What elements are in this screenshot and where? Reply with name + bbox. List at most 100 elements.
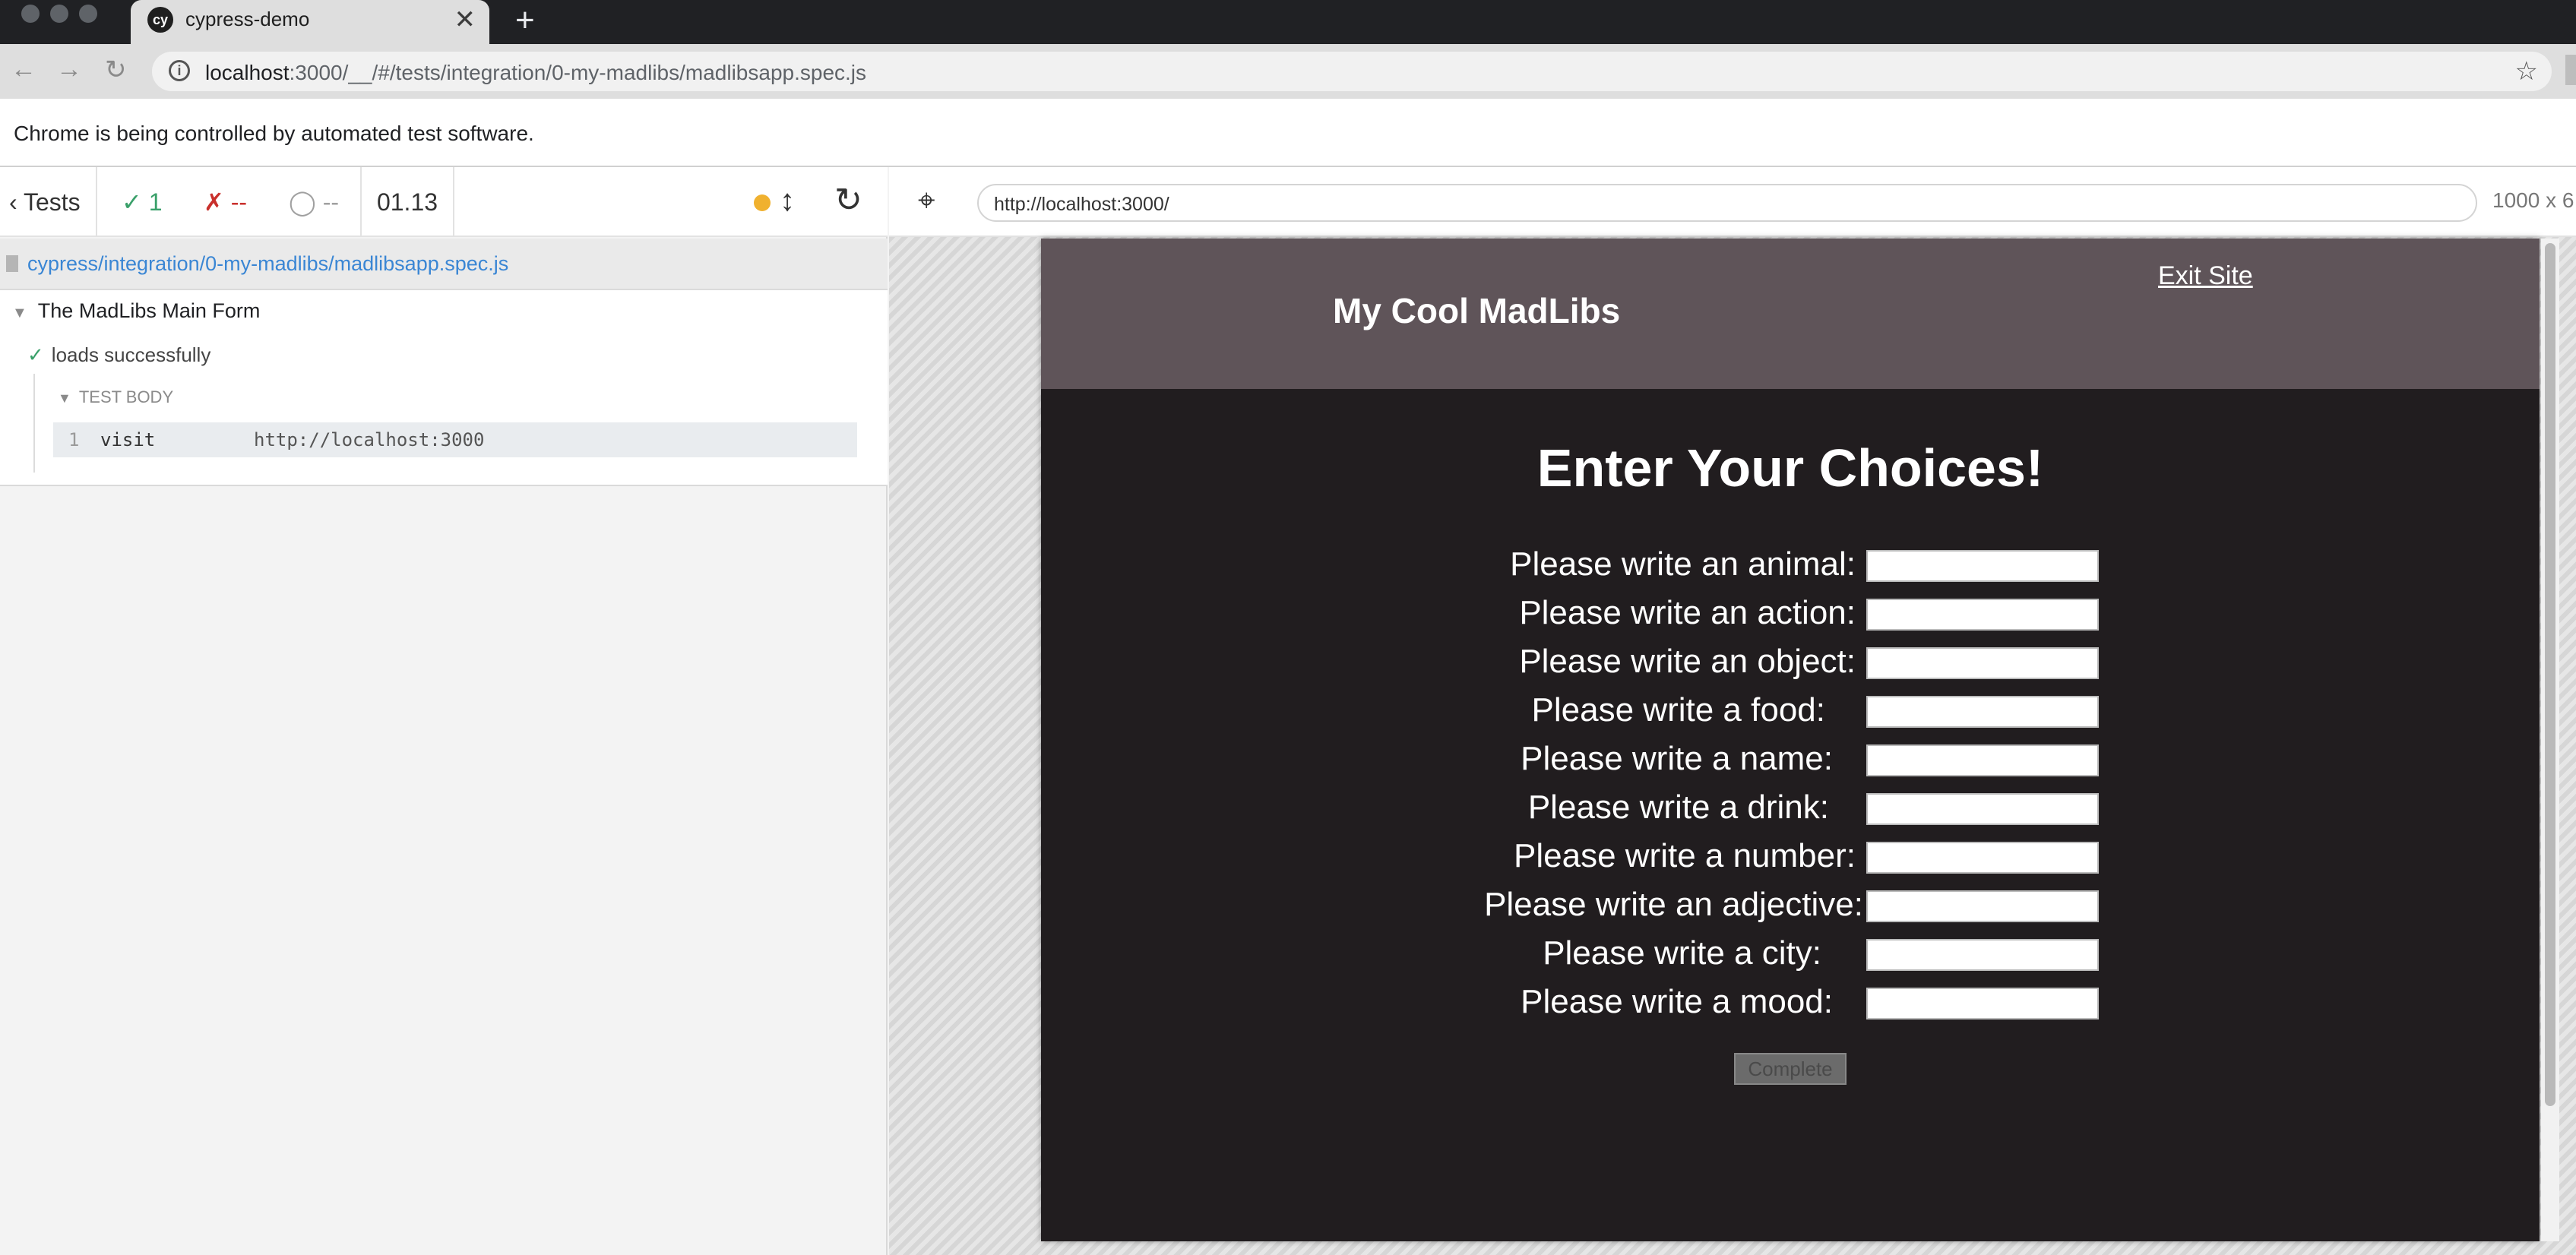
test-title: loads successfully xyxy=(51,343,211,366)
passed-value: 1 xyxy=(148,188,163,216)
command-name: visit xyxy=(100,429,156,450)
test-stats: ✓ 1 ✗ -- ◯ -- xyxy=(97,167,360,237)
app-title: My Cool MadLibs xyxy=(1333,291,1621,330)
x-icon: ✗ xyxy=(204,188,224,216)
viewport-size: 1000 x 6 xyxy=(2492,188,2574,212)
reload-icon[interactable]: ↻ xyxy=(105,55,127,85)
complete-button[interactable]: Complete xyxy=(1734,1053,1847,1085)
action-input[interactable] xyxy=(1866,599,2099,631)
selector-playground-icon[interactable]: ⌖ xyxy=(918,184,935,218)
pending-value: -- xyxy=(322,188,340,216)
mood-input[interactable] xyxy=(1866,988,2099,1019)
back-icon[interactable]: ← xyxy=(11,55,36,84)
check-icon: ✓ xyxy=(122,188,142,216)
suite-title: The MadLibs Main Form xyxy=(37,299,261,322)
spec-file-link[interactable]: cypress/integration/0-my-madlibs/madlibs… xyxy=(27,252,508,276)
address-url[interactable]: localhost:3000/__/#/tests/integration/0-… xyxy=(205,61,866,85)
new-tab-icon[interactable]: + xyxy=(515,2,535,40)
failed-value: -- xyxy=(230,188,248,216)
cypress-favicon-icon: cy xyxy=(147,7,173,33)
number-input[interactable] xyxy=(1866,842,2099,874)
aut-url-text: http://localhost:3000/ xyxy=(994,194,1169,215)
command-message: http://localhost:3000 xyxy=(254,429,485,450)
chevron-left-icon: ‹ xyxy=(9,188,17,216)
form-row-object: Please write an object: xyxy=(1041,637,2540,685)
runnables-list: ▼ The MadLibs Main Form ✓ loads successful… xyxy=(0,290,888,486)
form-row-food: Please write a food: xyxy=(1041,685,2540,734)
food-input[interactable] xyxy=(1866,696,2099,728)
test-body-header[interactable]: ▼ TEST BODY xyxy=(58,387,173,407)
file-icon xyxy=(6,255,18,272)
name-input[interactable] xyxy=(1866,744,2099,776)
object-label: Please write an object: xyxy=(1519,643,1856,680)
adjective-label: Please write an adjective: xyxy=(1484,886,1863,923)
exit-site-link[interactable]: Exit Site xyxy=(2158,261,2253,291)
test-body-block: ▼ TEST BODY 1 visit http://localhost:3000 xyxy=(33,374,857,473)
forward-icon[interactable]: → xyxy=(56,55,82,84)
url-path: :3000/__/#/tests/integration/0-my-madlib… xyxy=(289,61,867,84)
drink-label: Please write a drink: xyxy=(1527,789,1829,826)
aut-header: ⌖ http://localhost:3000/ 1000 x 6 xyxy=(889,167,2576,237)
adjective-input[interactable] xyxy=(1866,890,2099,922)
caret-down-icon: ▼ xyxy=(12,305,27,321)
app-header: My Cool MadLibs Exit Site xyxy=(1041,239,2540,389)
test-body-label: TEST BODY xyxy=(78,387,174,406)
passed-count: ✓ 1 xyxy=(122,167,163,237)
circle-icon: ◯ xyxy=(289,188,316,216)
browser-tab[interactable]: cy cypress-demo ✕ xyxy=(131,0,489,44)
form-row-adjective: Please write an adjective: xyxy=(1041,880,2540,928)
form-row-name: Please write a name: xyxy=(1041,734,2540,782)
form-heading: Enter Your Choices! xyxy=(1536,438,2044,498)
test-row[interactable]: ✓ loads successfully xyxy=(27,343,210,367)
pending-count: ◯ -- xyxy=(289,167,339,237)
form-row-animal: Please write an animal: xyxy=(1041,539,2540,588)
tab-title: cypress-demo xyxy=(185,8,310,30)
command-row[interactable]: 1 visit http://localhost:3000 xyxy=(53,422,857,457)
form-row-drink: Please write a drink: xyxy=(1041,782,2540,831)
browser-tab-strip: cy cypress-demo ✕ + xyxy=(0,0,2576,44)
address-bar[interactable]: i localhost:3000/__/#/tests/integration/… xyxy=(152,52,2552,91)
animal-input[interactable] xyxy=(1866,550,2099,582)
form-row-mood: Please write a mood: xyxy=(1041,977,2540,1026)
bookmark-star-icon[interactable]: ☆ xyxy=(2515,56,2538,87)
aut-stage: My Cool MadLibs Exit Site Enter Your Cho… xyxy=(889,237,2576,1255)
name-label: Please write a name: xyxy=(1521,740,1833,777)
form-row-city: Please write a city: xyxy=(1041,928,2540,977)
automation-infobar: Chrome is being controlled by automated … xyxy=(0,99,2576,167)
window-minimize-dot[interactable] xyxy=(50,5,68,23)
action-label: Please write an action: xyxy=(1519,594,1856,631)
running-status-dot xyxy=(754,194,771,211)
rerun-icon[interactable]: ↻ xyxy=(834,181,862,220)
suite-row[interactable]: ▼ The MadLibs Main Form xyxy=(12,299,260,323)
resize-icon[interactable]: ↕ xyxy=(780,184,795,218)
run-duration: 01.13 xyxy=(360,167,454,237)
caret-down-icon: ▼ xyxy=(58,390,71,406)
drink-input[interactable] xyxy=(1866,793,2099,825)
infobar-text: Chrome is being controlled by automated … xyxy=(14,122,534,145)
food-label: Please write a food: xyxy=(1531,691,1825,729)
window-close-dot[interactable] xyxy=(21,5,40,23)
check-icon: ✓ xyxy=(27,343,44,366)
tab-close-icon[interactable]: ✕ xyxy=(454,5,476,35)
reporter-stats-bar: ‹ Tests ✓ 1 ✗ -- ◯ -- 01.13 ↕ ↻ xyxy=(0,167,888,237)
number-label: Please write a number: xyxy=(1514,837,1856,874)
animal-label: Please write an animal: xyxy=(1510,545,1856,583)
aut-scrollbar[interactable] xyxy=(2541,239,2559,1241)
form-row-number: Please write a number: xyxy=(1041,831,2540,880)
mood-label: Please write a mood: xyxy=(1521,983,1833,1020)
url-host: localhost xyxy=(205,61,290,84)
extension-edge xyxy=(2565,55,2576,85)
app-iframe: My Cool MadLibs Exit Site Enter Your Cho… xyxy=(1041,239,2540,1241)
spec-file-line: cypress/integration/0-my-madlibs/madlibs… xyxy=(0,239,888,290)
window-zoom-dot[interactable] xyxy=(79,5,97,23)
command-number: 1 xyxy=(68,429,80,450)
tests-button[interactable]: ‹ Tests xyxy=(0,167,97,237)
scrollbar-thumb[interactable] xyxy=(2545,243,2555,1106)
cypress-reporter: ‹ Tests ✓ 1 ✗ -- ◯ -- 01.13 ↕ ↻ cypress/… xyxy=(0,167,888,1255)
site-info-icon[interactable]: i xyxy=(169,60,190,81)
city-input[interactable] xyxy=(1866,939,2099,971)
city-label: Please write a city: xyxy=(1543,934,1821,972)
failed-count: ✗ -- xyxy=(204,167,247,237)
object-input[interactable] xyxy=(1866,647,2099,679)
aut-url-bar: http://localhost:3000/ xyxy=(977,184,2477,222)
